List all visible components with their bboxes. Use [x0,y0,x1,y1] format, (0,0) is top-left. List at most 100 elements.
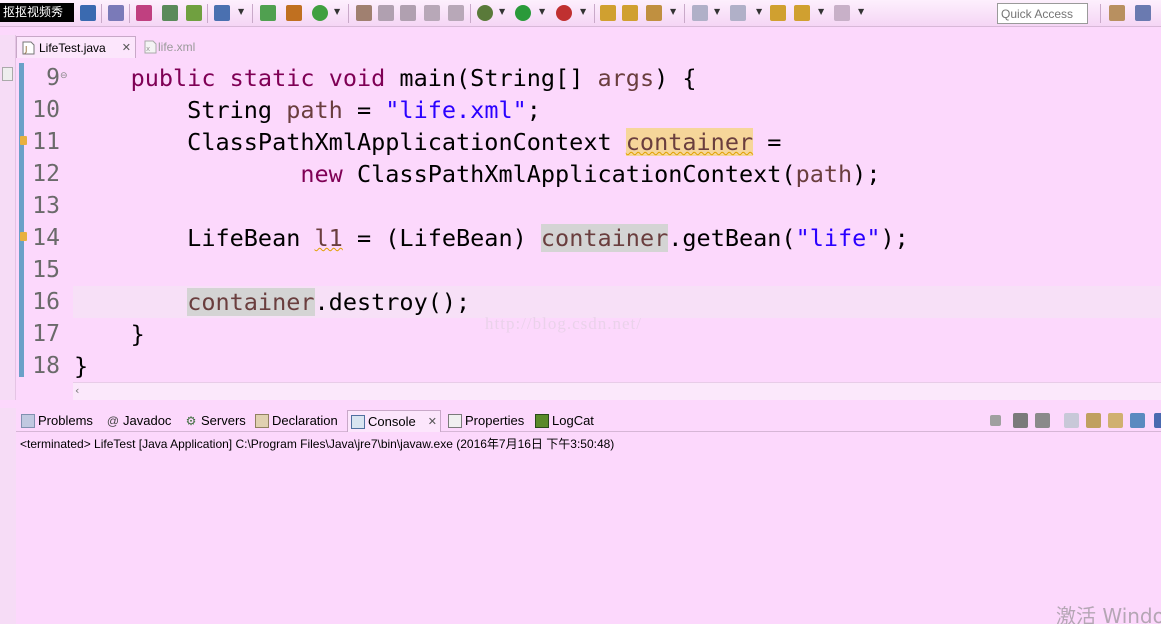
java-perspective-icon[interactable] [1135,5,1151,21]
last-edit-icon[interactable] [770,5,786,21]
declaration-icon [255,414,269,428]
chevron-down-icon[interactable]: ▼ [818,7,826,19]
brush-icon[interactable] [378,5,394,21]
code-text: new ClassPathXmlApplicationContext(path)… [300,160,881,188]
chevron-down-icon[interactable]: ▼ [670,7,678,19]
line-number: 10 [32,97,60,123]
tab-console[interactable]: Console ✕ [347,410,441,432]
open-perspective-icon[interactable] [1109,5,1125,21]
code-text: container.destroy(); [187,288,471,316]
fold-icon[interactable]: ⊖ [60,71,68,81]
new-android-project-icon[interactable] [260,5,276,21]
open-type-icon[interactable] [600,5,616,21]
quick-access-input[interactable] [997,3,1088,24]
remove-launch-icon[interactable] [1013,413,1028,428]
android-lint-icon[interactable] [186,5,202,21]
pin-console-icon[interactable] [1108,413,1123,428]
toolbar-separator [470,4,471,23]
code-text: public static void main(String[] args) { [130,64,697,92]
terminate-icon[interactable] [990,415,1001,426]
bottom-left-strip [0,408,16,624]
tab-servers[interactable]: ⚙ Servers [181,410,246,432]
skip-breakpoints-icon[interactable] [108,5,124,21]
display-console-icon[interactable] [1130,413,1145,428]
code-line: 13 [16,190,1161,222]
close-icon[interactable]: ✕ [122,37,131,59]
code-text: String path = "life.xml"; [74,96,541,124]
chevron-down-icon[interactable]: ▼ [714,7,722,19]
blog-watermark: http://blog.csdn.net/ [485,314,642,333]
tab-logcat[interactable]: LogCat [532,410,594,432]
avd-manager-icon[interactable] [162,5,178,21]
minimized-view-icon[interactable] [2,67,13,81]
line-number: 13 [32,193,60,219]
code-line: 14 LifeBean l1 = (LifeBean) container.ge… [16,222,1161,254]
tab-life-xml[interactable]: x life.xml [142,36,222,58]
chevron-down-icon[interactable]: ▼ [858,7,866,19]
chevron-down-icon[interactable]: ▼ [580,7,588,19]
properties-icon [448,414,462,428]
tab-properties[interactable]: Properties [445,410,524,432]
tab-label: Problems [38,413,93,428]
scroll-lock-icon[interactable] [1086,413,1101,428]
line-number: 9 [46,65,60,91]
clear-console-icon[interactable] [1064,413,1079,428]
pin-icon[interactable] [356,5,372,21]
external-tools-icon[interactable] [556,5,572,21]
search-icon[interactable] [646,5,662,21]
main-toolbar: 抠抠视频秀 ▼ ▼ ▼ ▼ ▼ ▼ ▼ ▼ ▼ ▼ [0,0,1161,27]
tab-label: life.xml [158,40,196,54]
windows-activation-watermark: 激活 Windo [1056,604,1161,624]
tab-javadoc[interactable]: @ Javadoc [103,410,172,432]
tab-label: Declaration [272,413,338,428]
mark-icon[interactable] [448,5,464,21]
open-console-icon[interactable] [1154,413,1161,428]
toolbar-separator [207,4,208,23]
chevron-down-icon[interactable]: ▼ [238,7,246,19]
chevron-down-icon[interactable]: ▼ [756,7,764,19]
new-icon[interactable] [80,5,96,21]
line-number: 14 [32,225,60,251]
warning-icon[interactable] [20,232,27,241]
left-minimized-stack [0,35,16,400]
debug-icon[interactable] [477,5,493,21]
chevron-down-icon[interactable]: ▼ [539,7,547,19]
line-number: 18 [32,353,60,379]
open-folder-icon[interactable] [622,5,638,21]
new-class-icon[interactable] [286,5,302,21]
xml-file-icon: x [144,40,157,54]
toggle-icon[interactable] [424,5,440,21]
remove-all-terminated-icon[interactable] [1035,413,1050,428]
chevron-left-icon[interactable]: ‹ [75,384,79,397]
back-icon[interactable] [794,5,810,21]
problems-icon [21,414,35,428]
code-text: } [74,320,145,348]
tab-label: Javadoc [123,413,172,428]
sdk-manager-icon[interactable] [136,5,152,21]
tab-lifetest-java[interactable]: J LifeTest.java ✕ [16,36,136,58]
chevron-down-icon[interactable]: ▼ [334,7,342,19]
editor-tab-bar: J LifeTest.java ✕ x life.xml [16,35,1161,59]
recorder-watermark: 抠抠视频秀 [0,3,74,22]
line-number: 15 [32,257,60,283]
tab-declaration[interactable]: Declaration [252,410,338,432]
previous-annotation-icon[interactable] [730,5,746,21]
code-text: ClassPathXmlApplicationContext container… [74,128,782,156]
close-icon[interactable]: ✕ [428,411,437,433]
edit-icon[interactable] [400,5,416,21]
warning-icon[interactable] [20,136,27,145]
line-number: 17 [32,321,60,347]
toolbar-separator [129,4,130,23]
next-annotation-icon[interactable] [692,5,708,21]
refresh-icon[interactable] [312,5,328,21]
horizontal-scrollbar[interactable]: ‹ [73,382,1161,400]
logcat-icon [535,414,549,428]
chevron-down-icon[interactable]: ▼ [499,7,507,19]
run-icon[interactable] [515,5,531,21]
tab-problems[interactable]: Problems [18,410,93,432]
task-icon[interactable] [214,5,230,21]
servers-icon: ⚙ [185,414,197,428]
code-text: } [74,352,89,380]
console-icon [351,415,365,429]
forward-icon[interactable] [834,5,850,21]
